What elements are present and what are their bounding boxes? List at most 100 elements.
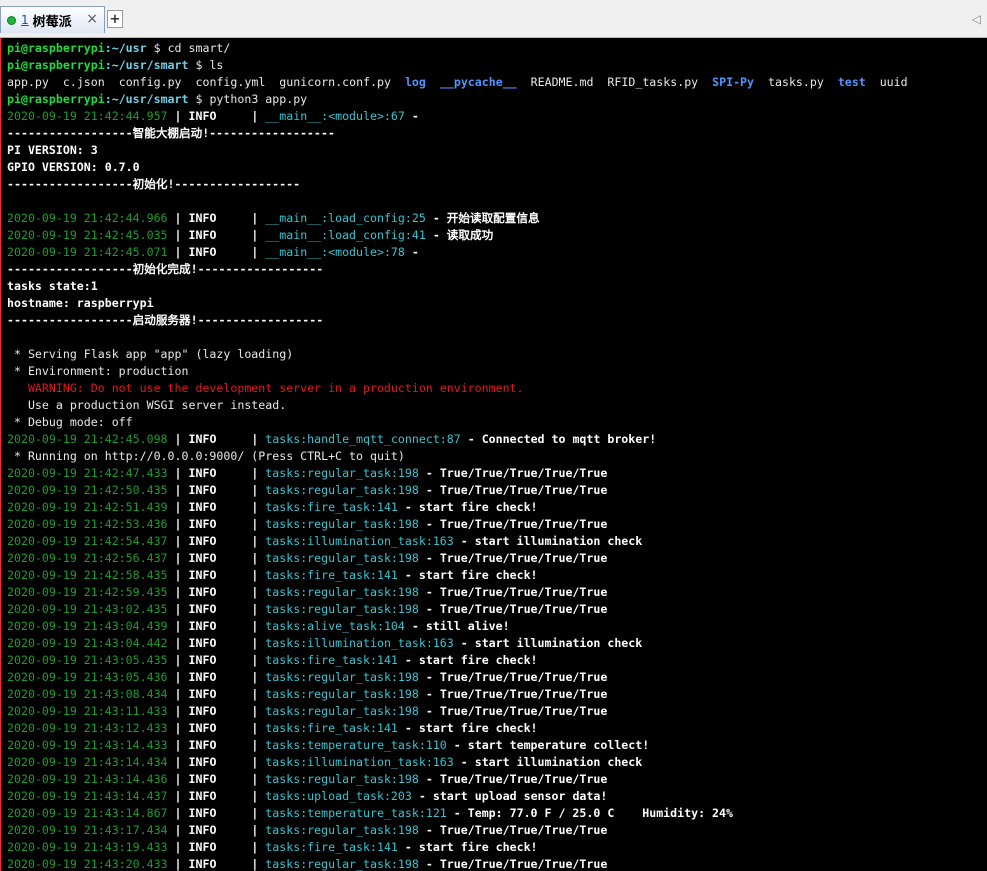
log-separator: | [167, 653, 189, 667]
prompt-path: :~/usr/smart [104, 92, 189, 106]
log-message: Temp: 77.0 F / 25.0 C Humidity: 24% [467, 806, 733, 820]
log-level: INFO [188, 517, 245, 531]
log-separator: | [244, 755, 266, 769]
close-icon[interactable]: × [86, 12, 98, 26]
log-message: True/True/True/True/True [439, 602, 608, 616]
log-separator: | [244, 619, 266, 633]
log-separator: | [244, 568, 266, 582]
log-dash: - [418, 704, 440, 718]
terminal-line: 2020-09-19 21:42:54.437 | INFO | tasks:i… [7, 533, 987, 550]
terminal-line: 2020-09-19 21:42:47.433 | INFO | tasks:r… [7, 465, 987, 482]
log-separator: | [244, 534, 266, 548]
log-level: INFO [188, 670, 245, 684]
log-separator: | [244, 857, 266, 871]
log-timestamp: 2020-09-19 21:43:20.433 [7, 857, 168, 871]
log-module: tasks:handle_mqtt_connect:87 [265, 432, 461, 446]
terminal-line: 2020-09-19 21:43:11.433 | INFO | tasks:r… [7, 703, 987, 720]
log-dash: - [397, 721, 419, 735]
log-timestamp: 2020-09-19 21:43:05.435 [7, 653, 168, 667]
terminal-line: 2020-09-19 21:43:19.433 | INFO | tasks:f… [7, 839, 987, 856]
log-dash: - [446, 806, 468, 820]
terminal-line: tasks state:1 [7, 278, 987, 295]
ls-directory: __pycache__ [439, 75, 517, 89]
console-text: GPIO VERSION: 0.7.0 [7, 160, 140, 174]
tab-title: 树莓派 [32, 14, 72, 30]
log-message: start fire check! [418, 653, 538, 667]
log-module: tasks:temperature_task:121 [265, 806, 447, 820]
log-level: INFO [188, 755, 245, 769]
terminal-line: 2020-09-19 21:42:45.071 | INFO | __main_… [7, 244, 987, 261]
command-text: $ python3 app.py [188, 92, 308, 106]
log-message: True/True/True/True/True [439, 551, 608, 565]
log-separator: | [167, 585, 189, 599]
log-separator: | [244, 670, 266, 684]
log-level: INFO [188, 636, 245, 650]
log-separator: | [244, 636, 266, 650]
log-level: INFO [188, 466, 245, 480]
log-module: tasks:regular_task:198 [265, 704, 419, 718]
log-separator: | [244, 738, 266, 752]
log-module: tasks:regular_task:198 [265, 466, 419, 480]
log-dash: - [418, 551, 440, 565]
log-timestamp: 2020-09-19 21:43:14.867 [7, 806, 168, 820]
console-text: * Running on http://0.0.0.0:9000/ (Press… [7, 449, 405, 463]
terminal-line: 2020-09-19 21:42:58.435 | INFO | tasks:f… [7, 567, 987, 584]
log-timestamp: 2020-09-19 21:42:45.071 [7, 245, 168, 259]
log-message: True/True/True/True/True [439, 483, 608, 497]
log-timestamp: 2020-09-19 21:43:05.436 [7, 670, 168, 684]
ls-file: config.yml [195, 75, 266, 89]
terminal-line: app.py c.json config.py config.yml gunic… [7, 74, 987, 91]
log-message: start fire check! [418, 500, 538, 514]
log-separator: | [244, 789, 266, 803]
log-separator: | [167, 687, 189, 701]
log-separator: | [244, 432, 266, 446]
ls-file: config.py [118, 75, 182, 89]
console-text: Use a production WSGI server instead. [7, 398, 287, 412]
terminal-output[interactable]: pi@raspberrypi:~/usr $ cd smart/pi@raspb… [0, 38, 987, 871]
log-separator: | [244, 245, 266, 259]
log-timestamp: 2020-09-19 21:43:14.434 [7, 755, 168, 769]
log-timestamp: 2020-09-19 21:42:45.098 [7, 432, 168, 446]
log-module: tasks:fire_task:141 [265, 653, 398, 667]
log-timestamp: 2020-09-19 21:43:04.439 [7, 619, 168, 633]
log-message: True/True/True/True/True [439, 687, 608, 701]
terminal-line: 2020-09-19 21:43:08.434 | INFO | tasks:r… [7, 686, 987, 703]
log-module: tasks:regular_task:198 [265, 517, 419, 531]
log-dash: - [404, 109, 426, 123]
ls-directory: log [404, 75, 426, 89]
terminal-line: Use a production WSGI server instead. [7, 397, 987, 414]
log-module: __main__:load_config:25 [265, 211, 426, 225]
log-timestamp: 2020-09-19 21:43:14.436 [7, 772, 168, 786]
log-dash: - [418, 772, 440, 786]
log-module: tasks:regular_task:198 [265, 857, 419, 871]
terminal-line: 2020-09-19 21:43:12.433 | INFO | tasks:f… [7, 720, 987, 737]
ls-file: tasks.py [768, 75, 824, 89]
tab-session[interactable]: 1 树莓派 × [0, 6, 105, 33]
log-level: INFO [188, 772, 245, 786]
tab-scroll-icon[interactable]: ◁ [972, 12, 981, 26]
log-dash: - [453, 755, 475, 769]
console-text: PI VERSION: 3 [7, 143, 98, 157]
log-module: tasks:regular_task:198 [265, 585, 419, 599]
terminal-line: 2020-09-19 21:42:45.035 | INFO | __main_… [7, 227, 987, 244]
terminal-line: 2020-09-19 21:42:53.436 | INFO | tasks:r… [7, 516, 987, 533]
console-text: ------------------启动服务器!----------------… [7, 313, 324, 327]
terminal-line: 2020-09-19 21:42:45.098 | INFO | tasks:h… [7, 431, 987, 448]
log-timestamp: 2020-09-19 21:42:54.437 [7, 534, 168, 548]
new-tab-button[interactable]: + [107, 10, 123, 28]
log-module: tasks:regular_task:198 [265, 483, 419, 497]
terminal-line: ------------------智能大棚启动!---------------… [7, 125, 987, 142]
log-level: INFO [188, 211, 245, 225]
log-dash: - [418, 687, 440, 701]
log-separator: | [244, 500, 266, 514]
log-module: tasks:upload_task:203 [265, 789, 412, 803]
terminal-line: 2020-09-19 21:42:44.966 | INFO | __main_… [7, 210, 987, 227]
log-level: INFO [188, 806, 245, 820]
log-level: INFO [188, 619, 245, 633]
log-separator: | [244, 704, 266, 718]
console-text: * Environment: production [7, 364, 189, 378]
terminal-line: ------------------初始化完成!----------------… [7, 261, 987, 278]
log-dash: - [425, 228, 447, 242]
log-separator: | [167, 500, 189, 514]
log-level: INFO [188, 653, 245, 667]
